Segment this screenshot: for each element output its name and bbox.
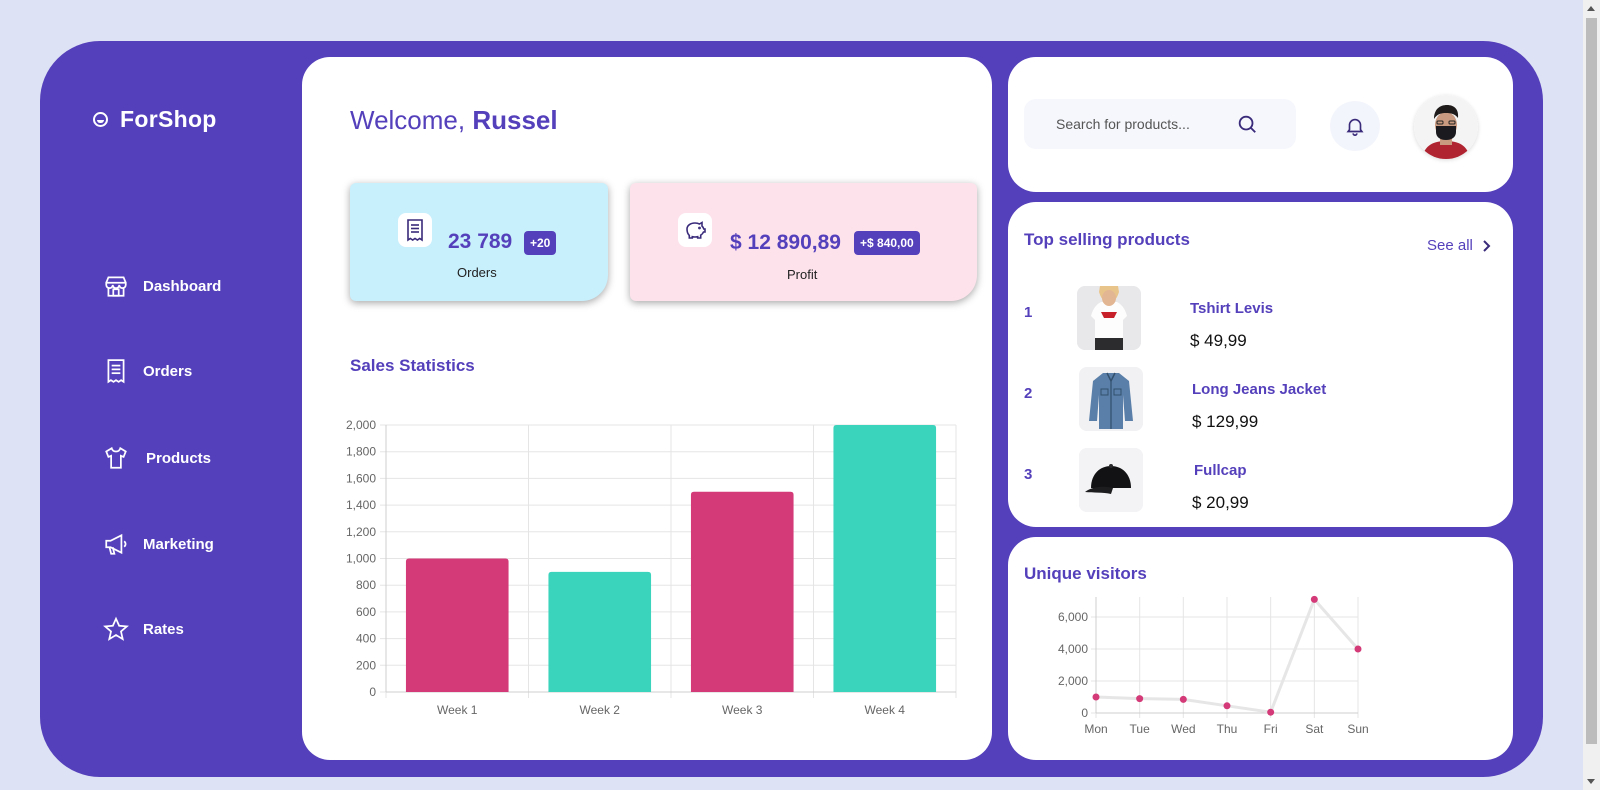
product-rank: 2 [1024,385,1033,402]
tshirt-photo [1077,286,1141,350]
dashboard-main-card: Welcome, Russel 23 789 +20 Orders $ 12 8… [302,57,992,760]
brand-name: ForShop [120,106,217,132]
data-point[interactable] [1354,645,1362,653]
sidebar-item-label: Rates [143,620,184,638]
sidebar-item-label: Marketing [143,535,214,553]
product-price: $ 49,99 [1190,331,1247,350]
jacket-photo [1079,367,1143,431]
notifications-button[interactable] [1330,101,1380,151]
sidebar-item-label: Dashboard [143,277,222,295]
product-image-jacket[interactable] [1079,367,1143,431]
x-tick-label: Wed [1171,722,1195,736]
x-tick-label: Sun [1347,722,1368,736]
data-point[interactable] [1179,695,1187,703]
x-tick-label: Thu [1217,722,1238,736]
x-tick-label: Week 3 [722,703,763,717]
header-card: Search for products... [1008,57,1513,192]
y-tick-label: 6,000 [1058,610,1088,624]
sales-bar-chart: 0 200 400 600 800 1,000 1,200 1,400 1,600 1,800 2,… [346,418,957,717]
y-tick-label: 4,000 [1058,642,1088,656]
x-tick-label: Week 2 [580,703,621,717]
page-scrollbar[interactable] [1583,0,1600,790]
sidebar-item-label: Orders [143,362,193,380]
sidebar-item-dashboard[interactable]: Dashboard [103,273,221,299]
product-image-tshirt[interactable] [1077,286,1141,350]
star-icon [103,616,129,641]
y-tick-label: 0 [369,685,376,699]
product-image-cap[interactable] [1079,448,1143,512]
y-tick-label: 1,200 [346,525,376,539]
avatar[interactable] [1414,95,1478,159]
y-tick-label: 600 [356,605,376,619]
cap-photo [1079,448,1143,512]
sidebar-item-label: Products [146,449,212,467]
chevron-right-icon [1483,239,1491,252]
search-input[interactable]: Search for products... [1024,99,1296,149]
logo-icon [93,112,108,127]
scroll-down-arrow[interactable] [1587,779,1595,784]
y-tick-label: 200 [356,658,376,672]
sidebar-item-marketing[interactable]: Marketing [103,531,214,557]
unique-visitors-card: Unique visitors 0 2,000 4,000 6,000 Mon Tue We… [1008,537,1513,760]
x-tick-label: Mon [1084,722,1107,736]
tshirt-icon [105,446,127,469]
data-point[interactable] [1136,695,1144,703]
data-point[interactable] [1267,708,1275,716]
y-tick-label: 1,600 [346,471,376,485]
x-tick-label: Tue [1130,722,1151,736]
see-all-label: See all [1427,237,1473,254]
see-all-link[interactable]: See all [1427,237,1491,254]
bar[interactable] [833,425,937,692]
sidebar-item-products[interactable]: Products [103,445,211,471]
product-name[interactable]: Fullcap [1194,462,1247,479]
product-name[interactable]: Tshirt Levis [1190,300,1273,317]
sidebar-item-orders[interactable]: Orders [103,358,192,384]
product-rank: 3 [1024,466,1033,483]
top-products-title: Top selling products [1024,230,1190,249]
y-tick-label: 400 [356,632,376,646]
x-tick-label: Fri [1264,722,1278,736]
y-tick-label: 1,800 [346,445,376,459]
bar[interactable] [690,491,794,692]
y-tick-label: 800 [356,578,376,592]
y-tick-label: 2,000 [346,418,376,432]
top-products-card: Top selling products See all 1 Tshirt Le… [1008,202,1513,527]
bell-icon [1346,118,1364,136]
y-tick-label: 1,000 [346,552,376,566]
data-point[interactable] [1310,595,1318,603]
receipt-icon [107,359,125,384]
search-icon[interactable] [1236,113,1258,135]
y-tick-label: 0 [1081,706,1088,720]
product-price: $ 20,99 [1192,493,1249,512]
visitors-line-chart: 0 2,000 4,000 6,000 Mon Tue Wed Thu Fri Sat Sun [1058,595,1369,736]
bar[interactable] [405,558,509,693]
y-tick-label: 1,400 [346,498,376,512]
brand-logo[interactable]: ForShop [93,106,217,133]
y-tick-label: 2,000 [1058,674,1088,688]
user-avatar-image [1414,95,1478,159]
search-placeholder: Search for products... [1056,116,1190,132]
store-icon [105,276,127,297]
product-price: $ 129,99 [1192,412,1259,431]
bar[interactable] [548,571,652,692]
product-rank: 1 [1024,304,1033,321]
x-tick-label: Sat [1305,722,1324,736]
sidebar-item-rates[interactable]: Rates [103,616,184,642]
x-tick-label: Week 1 [437,703,478,717]
data-point[interactable] [1092,693,1100,701]
data-point[interactable] [1223,702,1231,710]
scroll-thumb[interactable] [1586,18,1597,744]
megaphone-icon [105,533,127,555]
product-name[interactable]: Long Jeans Jacket [1192,381,1326,398]
x-tick-label: Week 4 [865,703,906,717]
scroll-up-arrow[interactable] [1587,6,1595,11]
